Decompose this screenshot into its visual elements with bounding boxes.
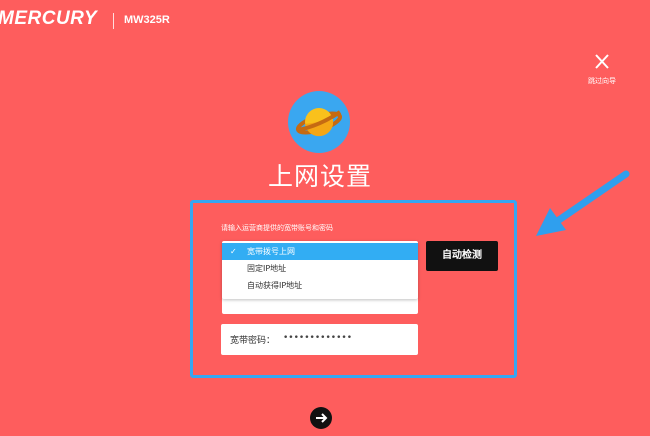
- option-label: 自动获得IP地址: [247, 281, 303, 290]
- password-value[interactable]: •••••••••••••: [283, 333, 352, 343]
- connection-type-dropdown[interactable]: ✓ 宽带拨号上网 固定IP地址 自动获得IP地址: [222, 241, 418, 299]
- next-button[interactable]: [310, 407, 332, 429]
- skip-wizard-label[interactable]: 跳过向导: [580, 76, 624, 86]
- option-static-ip[interactable]: 固定IP地址: [222, 260, 418, 277]
- option-label: 固定IP地址: [247, 264, 287, 273]
- option-pppoe[interactable]: ✓ 宽带拨号上网: [222, 243, 418, 260]
- option-label: 宽带拨号上网: [247, 247, 295, 256]
- option-dhcp[interactable]: 自动获得IP地址: [222, 277, 418, 294]
- check-icon: ✓: [230, 247, 237, 256]
- password-field[interactable]: 宽带密码： •••••••••••••: [221, 324, 418, 355]
- close-icon[interactable]: [580, 52, 624, 72]
- page-title: 上网设置: [267, 162, 372, 191]
- brand-divider: [113, 13, 114, 29]
- skip-wizard-button[interactable]: 跳过向导: [580, 52, 624, 86]
- auto-detect-button[interactable]: 自动检测: [426, 241, 498, 271]
- arrow-right-icon: [316, 413, 328, 423]
- planet-icon: [288, 91, 350, 153]
- header: MERCURY MW325R: [0, 0, 650, 50]
- brand-logo: MERCURY: [0, 8, 98, 29]
- password-label: 宽带密码：: [230, 336, 276, 346]
- model-label: MW325R: [124, 14, 170, 26]
- instruction-text: 请输入运营商提供的宽带账号和密码: [221, 224, 333, 232]
- pointer-arrow-icon: [536, 170, 630, 236]
